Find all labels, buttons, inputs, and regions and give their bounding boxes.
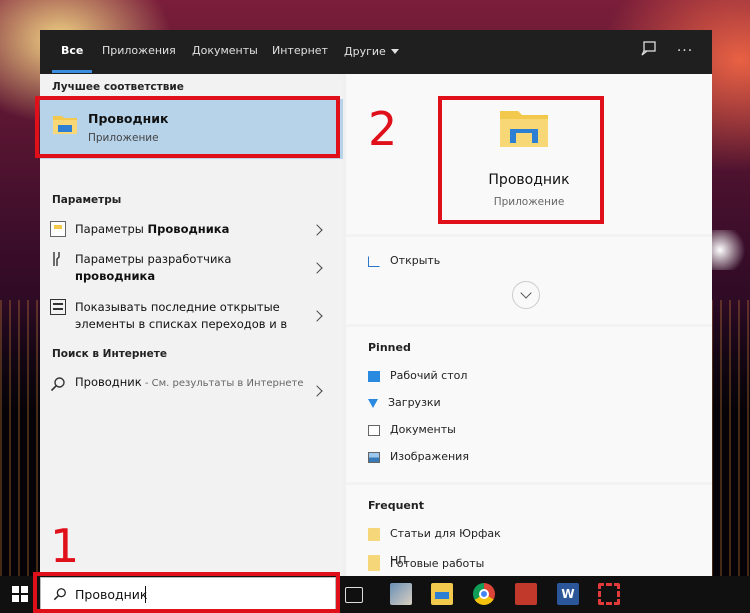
user-app-icon[interactable] xyxy=(390,583,412,605)
text-part: Параметры разработчика xyxy=(75,252,232,266)
results-list: Лучшее соответствие Проводник Приложение… xyxy=(40,74,343,576)
pictures-icon xyxy=(368,451,380,463)
settings-item-label: Показывать последние открытые элементы в… xyxy=(75,300,288,331)
text-bold-part: проводника xyxy=(75,269,156,283)
settings-item-label: Параметры разработчика проводника xyxy=(75,251,315,285)
preview-pane: Проводник Приложение Открыть Pinned Рабо… xyxy=(346,74,712,576)
annotation-number-1: 1 xyxy=(50,519,80,573)
preview-app-subtitle: Приложение xyxy=(493,196,565,208)
preview-app-title: Проводник xyxy=(488,172,570,188)
file-explorer-icon xyxy=(52,113,78,135)
pinned-label: Изображения xyxy=(390,450,469,463)
tab-all[interactable]: Все xyxy=(61,44,83,57)
web-search-header: Поиск в Интернете xyxy=(52,348,168,360)
search-input-text[interactable]: Проводник xyxy=(75,587,148,602)
web-search-label: Проводник - См. результаты в Интернете xyxy=(75,374,315,392)
tab-internet[interactable]: Интернет xyxy=(272,44,328,57)
best-match-subtitle: Приложение xyxy=(88,132,159,144)
expand-button[interactable] xyxy=(512,281,540,309)
frequent-label: Статьи для Юрфак xyxy=(390,527,501,540)
settings-item-recent-jumplists[interactable]: Показывать последние открытые элементы в… xyxy=(40,295,343,337)
frequent-item[interactable]: Готовые работы xyxy=(368,557,484,571)
pinned-item-documents[interactable]: Документы xyxy=(368,423,456,436)
settings-item-label: Параметры Проводника xyxy=(75,221,315,238)
tab-apps[interactable]: Приложения xyxy=(102,44,176,57)
chrome-icon[interactable] xyxy=(473,583,495,605)
tab-more[interactable]: Другие xyxy=(344,44,399,58)
search-icon xyxy=(53,587,67,601)
settings-item-explorer-options[interactable]: Параметры Проводника xyxy=(40,216,343,242)
app-icon-red[interactable] xyxy=(515,583,537,605)
best-match-header: Лучшее соответствие xyxy=(52,81,184,93)
pinned-label: Рабочий стол xyxy=(390,369,468,382)
file-explorer-large-icon xyxy=(498,107,550,149)
folder-icon xyxy=(368,527,380,541)
document-icon xyxy=(368,424,380,436)
app-preview-card: Проводник Приложение xyxy=(346,74,712,234)
pinned-item-desktop[interactable]: Рабочий стол xyxy=(368,369,467,382)
open-icon xyxy=(368,255,380,267)
pinned-header: Pinned xyxy=(368,341,411,354)
taskbar-search-box[interactable]: Проводник xyxy=(40,577,336,612)
search-tabs-bar: Все Приложения Документы Интернет Другие… xyxy=(40,30,712,74)
windows-start-icon[interactable] xyxy=(12,586,28,602)
feedback-icon[interactable] xyxy=(638,40,660,62)
settings-header: Параметры xyxy=(52,194,122,206)
search-icon xyxy=(50,376,66,392)
best-match-item[interactable]: Проводник Приложение xyxy=(40,99,343,159)
actions-card: Открыть xyxy=(346,237,712,324)
screenshot-tool-icon[interactable] xyxy=(598,583,620,605)
pinned-item-downloads[interactable]: Загрузки xyxy=(368,396,441,409)
pinned-label: Загрузки xyxy=(388,396,441,409)
pinned-card: Pinned Рабочий стол Загрузки Документы И… xyxy=(346,327,712,482)
text-cursor xyxy=(145,586,146,603)
pinned-item-pictures[interactable]: Изображения xyxy=(368,450,469,463)
best-match-title: Проводник xyxy=(88,111,169,126)
settings-item-developer[interactable]: Параметры разработчика проводника xyxy=(40,247,343,289)
annotation-number-2: 2 xyxy=(368,102,398,156)
desktop-icon xyxy=(368,370,380,382)
web-search-title: Проводник xyxy=(75,375,142,389)
pinned-label: Документы xyxy=(390,423,456,436)
folder-icon xyxy=(368,557,380,571)
frequent-item[interactable]: Статьи для Юрфак xyxy=(368,527,501,541)
jumplist-icon xyxy=(50,299,66,315)
frequent-label: Готовые работы xyxy=(390,557,485,570)
active-tab-indicator xyxy=(52,70,92,73)
open-label: Открыть xyxy=(390,254,441,267)
open-action[interactable]: Открыть xyxy=(368,254,440,267)
web-search-item[interactable]: Проводник - См. результаты в Интернете xyxy=(40,370,343,412)
text-part: Параметры xyxy=(75,222,148,236)
tab-more-label: Другие xyxy=(344,45,386,58)
settings-icon xyxy=(50,221,66,237)
task-view-icon[interactable] xyxy=(345,587,363,603)
tab-documents[interactable]: Документы xyxy=(192,44,258,57)
download-icon xyxy=(368,398,378,408)
frequent-header: Frequent xyxy=(368,499,424,512)
developer-tools-icon xyxy=(50,251,66,267)
chevron-down-icon xyxy=(520,287,532,299)
word-icon[interactable]: W xyxy=(557,583,579,605)
chevron-down-icon xyxy=(390,49,399,54)
file-explorer-taskbar-icon[interactable] xyxy=(431,583,453,605)
web-search-suffix: - См. результаты в Интернете xyxy=(141,378,304,389)
text-bold-part: Проводника xyxy=(147,222,230,236)
more-options-icon[interactable]: ··· xyxy=(674,40,696,62)
